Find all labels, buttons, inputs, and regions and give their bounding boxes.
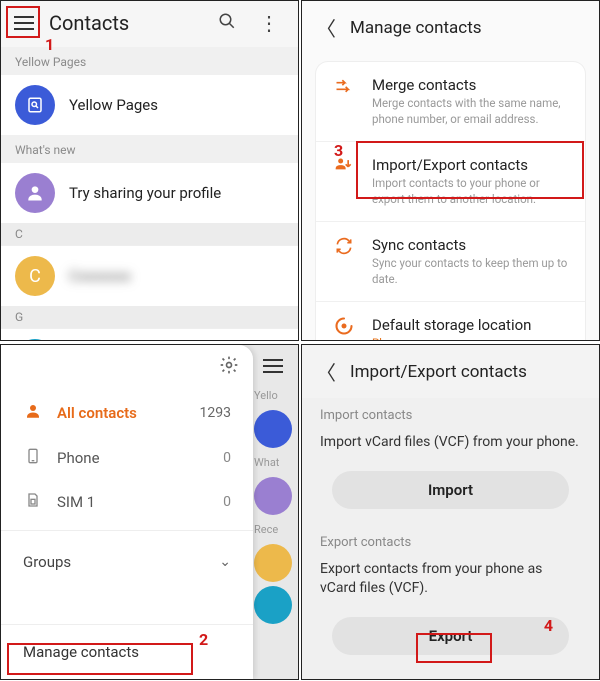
settings-gear-icon[interactable] xyxy=(219,355,239,380)
contact-row-c[interactable]: C Cxxxxxxx xyxy=(1,245,298,306)
sync-contacts-item[interactable]: Sync contacts Sync your contacts to keep… xyxy=(316,222,585,302)
yellow-pages-label: Yellow Pages xyxy=(69,96,158,114)
sim-label: SIM 1 xyxy=(57,493,209,511)
phone-count: 0 xyxy=(223,450,231,466)
step-2-label: 2 xyxy=(199,630,208,649)
step-2-highlight xyxy=(7,643,193,675)
search-icon[interactable] xyxy=(212,12,242,35)
import-button[interactable]: Import xyxy=(332,471,570,509)
contacts-title: Contacts xyxy=(49,11,200,35)
storage-location-item[interactable]: Default storage location Phone xyxy=(316,302,585,341)
overflow-menu-icon[interactable]: ⋮ xyxy=(254,11,284,35)
step-4-highlight xyxy=(416,633,492,663)
manage-contacts-card: Merge contacts Merge contacts with the s… xyxy=(316,62,585,341)
manage-contacts-screen: 〈 Manage contacts Merge contacts Merge c… xyxy=(301,0,600,341)
step-3-highlight xyxy=(356,141,584,199)
import-export-page-title: Import/Export contacts xyxy=(350,362,527,382)
import-export-screen: 〈 Import/Export contacts Import contacts… xyxy=(301,344,600,680)
hamburger-bg-icon xyxy=(260,359,286,373)
drawer-phone[interactable]: Phone 0 xyxy=(1,436,253,480)
step-1-highlight xyxy=(6,6,40,38)
sync-icon xyxy=(332,236,356,287)
step-3-label: 3 xyxy=(334,141,343,160)
sync-title: Sync contacts xyxy=(372,236,569,254)
whats-new-label: Try sharing your profile xyxy=(69,184,221,202)
storage-icon xyxy=(332,316,356,341)
merge-sub: Merge contacts with the same name, phone… xyxy=(372,96,569,127)
section-whats-new: What's new xyxy=(1,135,298,163)
manage-contacts-title: Manage contacts xyxy=(350,18,482,38)
bg-avatar-4 xyxy=(254,586,292,624)
merge-icon xyxy=(332,76,356,127)
chevron-down-icon: ⌄ xyxy=(219,554,231,570)
contact-avatar-g: G xyxy=(15,339,55,341)
phone-label: Phone xyxy=(57,449,209,467)
all-contacts-label: All contacts xyxy=(57,404,186,422)
drawer-groups[interactable]: Groups ⌄ xyxy=(1,537,253,587)
storage-sub: Phone xyxy=(372,336,569,341)
drawer-all-contacts[interactable]: All contacts 1293 xyxy=(1,390,253,436)
bg-rec-label: Rece xyxy=(248,519,298,540)
back-icon[interactable]: 〈 xyxy=(316,357,336,386)
sim-count: 0 xyxy=(223,494,231,510)
navigation-drawer: All contacts 1293 Phone 0 SIM 1 0 xyxy=(1,345,253,679)
export-section-label: Export contacts xyxy=(302,525,599,556)
all-contacts-count: 1293 xyxy=(200,405,231,421)
whats-new-row[interactable]: Try sharing your profile xyxy=(1,163,298,223)
step-1-label: 1 xyxy=(45,35,54,54)
bg-what-label: What xyxy=(248,452,298,473)
sync-sub: Sync your contacts to keep them up to da… xyxy=(372,256,569,287)
bg-avatar-1 xyxy=(254,410,292,448)
bg-avatar-2 xyxy=(254,477,292,515)
bg-yellow-label: Yello xyxy=(248,385,298,406)
step-4-label: 4 xyxy=(544,616,553,635)
merge-title: Merge contacts xyxy=(372,76,569,94)
import-description: Import vCard files (VCF) from your phone… xyxy=(302,429,599,467)
import-export-icon xyxy=(332,156,356,207)
contact-name-c: Cxxxxxxx xyxy=(69,267,131,285)
contact-row-g[interactable]: G Gxx Xxxxxx xyxy=(1,328,298,341)
yellow-pages-row[interactable]: Yellow Pages xyxy=(1,75,298,135)
drawer-screen: Yello What Rece All contact xyxy=(0,344,299,680)
drawer-sim[interactable]: SIM 1 0 xyxy=(1,480,253,524)
person-icon xyxy=(23,402,43,424)
background-partial: Yello What Rece xyxy=(248,345,298,679)
yellow-pages-icon xyxy=(15,85,55,125)
letter-header-g: G xyxy=(1,306,298,328)
phone-device-icon xyxy=(23,448,43,468)
sim-icon xyxy=(23,492,43,512)
import-section-label: Import contacts xyxy=(302,398,599,429)
bg-avatar-3 xyxy=(254,544,292,582)
contact-avatar-c: C xyxy=(15,256,55,296)
profile-share-icon xyxy=(15,173,55,213)
back-icon[interactable]: 〈 xyxy=(316,13,336,42)
export-description: Export contacts from your phone as vCard… xyxy=(302,556,599,613)
letter-header-c: C xyxy=(1,223,298,245)
storage-title: Default storage location xyxy=(372,316,569,334)
merge-contacts-item[interactable]: Merge contacts Merge contacts with the s… xyxy=(316,62,585,142)
groups-label: Groups xyxy=(23,553,219,571)
contacts-list-screen: Contacts ⋮ Yellow Pages Yellow Pages Wha… xyxy=(0,0,299,341)
